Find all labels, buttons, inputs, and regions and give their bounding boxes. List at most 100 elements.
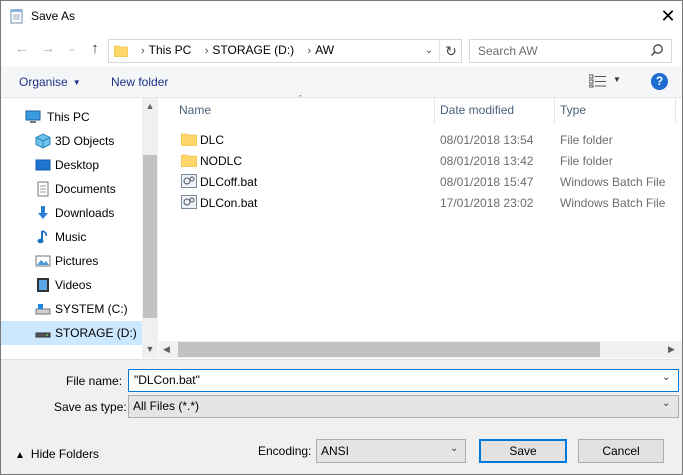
sidebar-item-desktop[interactable]: Desktop <box>1 153 142 177</box>
hide-folders-button[interactable]: ▲ Hide Folders <box>15 447 99 461</box>
file-row[interactable]: NODLC 08/01/2018 13:42 File folder <box>159 150 682 171</box>
navigation-bar: ← → ⌄ ↑ › This PC › STORAGE (D:) › AW ⌄ ↻ <box>1 32 682 66</box>
sidebar-item-3d-objects[interactable]: 3D Objects <box>1 129 142 153</box>
sidebar-item-pictures[interactable]: Pictures <box>1 249 142 273</box>
sidebar-item-downloads[interactable]: Downloads <box>1 201 142 225</box>
column-divider[interactable] <box>434 98 435 123</box>
refresh-icon: ↻ <box>445 43 457 59</box>
sidebar-item-documents[interactable]: Documents <box>1 177 142 201</box>
drive-d-icon <box>35 332 51 338</box>
chevron-down-icon: ⌄ <box>662 398 671 409</box>
documents-icon <box>37 181 49 197</box>
save-form: File name: "DLCon.bat" ⌄ Save as type: A… <box>1 359 682 474</box>
breadcrumb-separator-icon: › <box>141 45 145 57</box>
sidebar-item-system-c[interactable]: SYSTEM (C:) <box>1 297 142 321</box>
breadcrumb-this-pc[interactable]: This PC <box>149 43 192 57</box>
file-row[interactable]: DLCoff.bat 08/01/2018 15:47 Windows Batc… <box>159 171 682 192</box>
save-as-type-label: Save as type: <box>54 400 127 414</box>
chevron-down-icon[interactable]: ⌄ <box>662 372 670 383</box>
sidebar-item-label: STORAGE (D:) <box>55 326 137 340</box>
address-bar[interactable]: › This PC › STORAGE (D:) › AW ⌄ ↻ <box>108 39 462 63</box>
3d-objects-icon <box>35 133 51 149</box>
folder-icon <box>181 133 197 146</box>
navigation-pane: This PC 3D Objects Desktop Documents Dow… <box>1 98 158 358</box>
file-name: DLCoff.bat <box>200 175 258 189</box>
column-header-name[interactable]: Name <box>179 98 211 123</box>
sidebar-item-label: Downloads <box>55 206 115 220</box>
music-icon <box>37 230 47 244</box>
sidebar-item-videos[interactable]: Videos <box>1 273 142 297</box>
folder-icon <box>114 45 128 57</box>
scrollbar-thumb[interactable] <box>178 342 600 357</box>
back-arrow-icon: ← <box>14 40 30 57</box>
file-row[interactable]: DLCon.bat 17/01/2018 23:02 Windows Batch… <box>159 192 682 213</box>
sidebar-item-label: SYSTEM (C:) <box>55 302 128 316</box>
file-name-value: "DLCon.bat" <box>134 373 200 387</box>
scroll-left-icon[interactable]: ◀ <box>163 341 170 358</box>
view-details-icon[interactable] <box>589 74 607 88</box>
file-row[interactable]: DLC 08/01/2018 13:54 File folder <box>159 129 682 150</box>
cancel-button[interactable]: Cancel <box>578 439 664 463</box>
sidebar-item-music[interactable]: Music <box>1 225 142 249</box>
organise-button[interactable]: Organise ▼ <box>19 75 81 89</box>
file-name: DLC <box>200 133 225 147</box>
encoding-label: Encoding: <box>258 444 312 458</box>
sidebar-item-storage-d[interactable]: STORAGE (D:) <box>1 321 142 345</box>
file-list-horizontal-scrollbar[interactable]: ◀ ▶ <box>159 341 682 358</box>
navigation-scrollbar[interactable]: ▲ ▼ <box>142 98 158 358</box>
recent-locations-button[interactable]: ⌄ <box>61 38 83 60</box>
encoding-value: ANSI <box>321 444 350 458</box>
sidebar-item-label: Documents <box>55 182 116 196</box>
column-header-type[interactable]: Type <box>560 98 586 123</box>
hide-folders-label: Hide Folders <box>30 447 99 461</box>
scroll-down-icon[interactable]: ▼ <box>142 341 158 358</box>
address-dropdown-button[interactable]: ⌄ <box>420 42 438 60</box>
caret-down-icon[interactable]: ▼ <box>613 75 621 84</box>
sidebar-item-label: Videos <box>55 278 92 292</box>
scroll-up-icon[interactable]: ▲ <box>142 98 158 115</box>
file-type: File folder <box>560 133 613 147</box>
caret-up-icon: ▲ <box>15 450 25 461</box>
help-icon[interactable]: ? <box>651 73 668 90</box>
search-box[interactable]: Search AW <box>469 39 672 63</box>
title-bar: Save As ✕ <box>1 1 682 32</box>
sidebar-item-label: Pictures <box>55 254 99 268</box>
search-icon <box>650 44 663 57</box>
scroll-right-icon[interactable]: ▶ <box>668 341 675 358</box>
breadcrumb-storage[interactable]: STORAGE (D:) <box>212 43 294 57</box>
new-folder-button[interactable]: New folder <box>111 75 168 89</box>
command-bar: Organise ▼ New folder ▼ ? <box>1 66 682 98</box>
encoding-select[interactable]: ANSI ⌄ <box>316 439 466 463</box>
breadcrumb-separator-icon: › <box>204 45 209 57</box>
column-divider[interactable] <box>554 98 555 123</box>
close-button[interactable]: ✕ <box>653 5 682 27</box>
column-header-date[interactable]: Date modified <box>440 98 514 123</box>
file-list: ˆ Name Date modified Type DLC 08/01/2018… <box>159 94 682 358</box>
file-type: Windows Batch File <box>560 175 666 189</box>
sort-ascending-icon: ˆ <box>299 94 302 104</box>
search-placeholder: Search AW <box>478 44 538 58</box>
close-icon: ✕ <box>660 6 676 26</box>
file-name-label: File name: <box>66 374 123 388</box>
forward-arrow-icon: → <box>40 40 56 57</box>
save-as-type-select[interactable]: All Files (*.*) ⌄ <box>128 395 679 418</box>
notepad-icon <box>10 9 23 24</box>
forward-button[interactable]: → <box>37 38 59 60</box>
refresh-button[interactable]: ↻ <box>439 40 462 62</box>
sidebar-item-this-pc[interactable]: This PC <box>1 105 142 129</box>
sidebar-item-label: Music <box>55 230 87 244</box>
scrollbar-thumb[interactable] <box>143 155 157 318</box>
desktop-icon <box>35 159 51 171</box>
batch-file-icon <box>181 174 197 188</box>
file-date: 08/01/2018 13:42 <box>440 154 534 168</box>
column-divider[interactable] <box>675 98 676 123</box>
up-button[interactable]: ↑ <box>84 38 106 60</box>
breadcrumb-aw[interactable]: AW <box>315 43 334 57</box>
file-name-field[interactable]: "DLCon.bat" ⌄ <box>128 369 679 392</box>
save-button[interactable]: Save <box>479 439 567 463</box>
organise-label: Organise <box>19 75 68 89</box>
computer-icon <box>25 110 41 123</box>
back-button[interactable]: ← <box>11 38 33 60</box>
file-date: 08/01/2018 13:54 <box>440 133 534 147</box>
file-type: File folder <box>560 154 613 168</box>
